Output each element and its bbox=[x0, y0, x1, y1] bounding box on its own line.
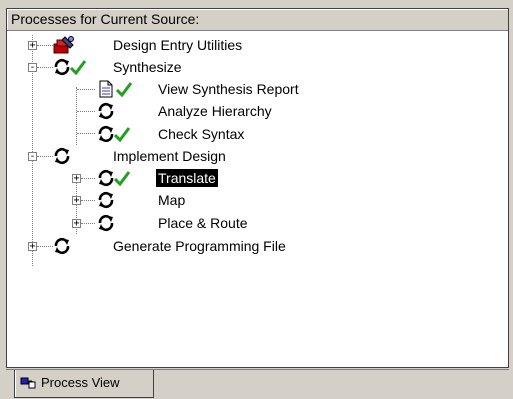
tree-line bbox=[81, 223, 95, 224]
process-run-icon bbox=[98, 214, 114, 232]
process-run-icon bbox=[98, 169, 114, 187]
tree-item-view-synthesis-report[interactable]: View Synthesis Report bbox=[158, 80, 299, 98]
process-run-icon bbox=[54, 237, 70, 255]
tree-line bbox=[81, 200, 95, 201]
expand-toggle[interactable]: + bbox=[28, 41, 37, 51]
tree-item-synthesize[interactable]: Synthesize bbox=[113, 58, 181, 76]
collapse-toggle[interactable]: - bbox=[28, 152, 37, 162]
tree-line bbox=[37, 246, 53, 247]
tab-bar: Process View bbox=[6, 369, 509, 399]
process-run-icon bbox=[54, 58, 70, 76]
panel-title: Processes for Current Source: bbox=[7, 9, 508, 31]
report-document-icon bbox=[99, 80, 113, 98]
process-view-icon bbox=[20, 377, 36, 389]
expand-toggle[interactable]: + bbox=[72, 174, 81, 184]
tree-line bbox=[77, 111, 95, 112]
process-run-icon bbox=[98, 191, 114, 209]
expand-toggle[interactable]: + bbox=[28, 242, 37, 252]
process-run-icon bbox=[98, 125, 114, 143]
expand-toggle[interactable]: + bbox=[72, 219, 81, 229]
tree-line bbox=[76, 87, 77, 145]
tree-item-place-route[interactable]: Place & Route bbox=[158, 214, 248, 232]
design-entry-utilities-icon bbox=[53, 36, 74, 54]
check-icon bbox=[114, 127, 130, 142]
tree-line bbox=[77, 89, 95, 90]
tree-item-check-syntax[interactable]: Check Syntax bbox=[158, 125, 244, 143]
tab-process-view[interactable]: Process View bbox=[14, 370, 154, 398]
check-icon bbox=[116, 82, 132, 97]
tab-label: Process View bbox=[41, 375, 120, 390]
processes-panel: Processes for Current Source: + Design E… bbox=[6, 8, 509, 368]
tree-item-design-entry-utilities[interactable]: Design Entry Utilities bbox=[113, 36, 242, 54]
expand-toggle[interactable]: + bbox=[72, 196, 81, 206]
tree-line bbox=[37, 45, 53, 46]
check-icon bbox=[70, 60, 86, 75]
collapse-toggle[interactable]: - bbox=[28, 63, 37, 73]
process-tree: + Design Entry Utilities - Synthesize Vi… bbox=[7, 30, 508, 367]
tree-item-map[interactable]: Map bbox=[158, 191, 185, 209]
tree-line bbox=[37, 67, 53, 68]
process-run-icon bbox=[98, 102, 114, 120]
tree-item-analyze-hierarchy[interactable]: Analyze Hierarchy bbox=[158, 102, 272, 120]
process-run-icon bbox=[54, 147, 70, 165]
tree-item-translate[interactable]: Translate bbox=[156, 169, 218, 187]
tree-item-implement-design[interactable]: Implement Design bbox=[113, 147, 226, 165]
tree-item-generate-programming-file[interactable]: Generate Programming File bbox=[113, 237, 286, 255]
tree-line bbox=[81, 178, 95, 179]
check-icon bbox=[114, 171, 130, 186]
tree-line bbox=[77, 133, 95, 134]
tree-line bbox=[37, 156, 53, 157]
